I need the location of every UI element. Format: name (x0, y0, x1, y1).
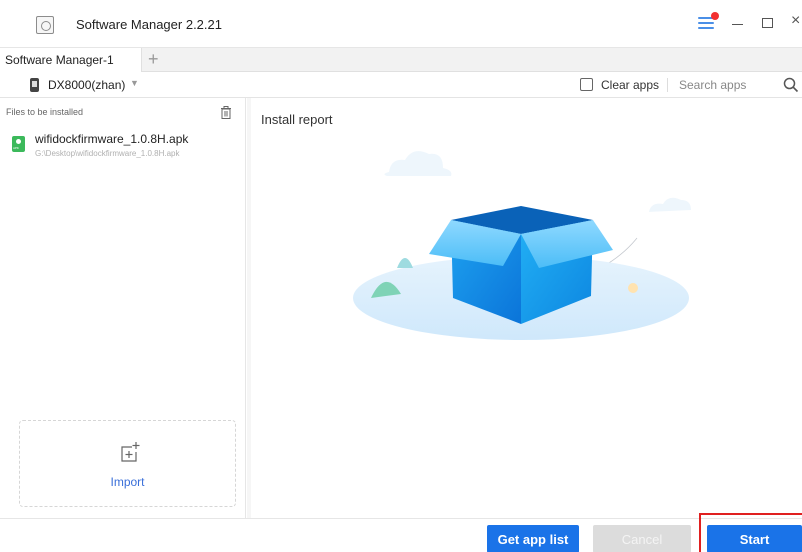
start-button[interactable]: Start (707, 525, 802, 552)
title-bar: Software Manager 2.2.21 × (0, 0, 802, 48)
search-input[interactable] (673, 75, 773, 95)
cancel-button[interactable]: Cancel (593, 525, 691, 552)
notification-dot (711, 12, 719, 20)
tab-bar: Software Manager-1 + (0, 48, 802, 72)
close-icon[interactable]: × (791, 13, 800, 29)
tab-software-manager-1[interactable]: Software Manager-1 (0, 48, 142, 72)
trash-icon[interactable] (220, 106, 232, 119)
search-icon[interactable] (783, 77, 799, 93)
chevron-down-icon[interactable]: ▼ (130, 78, 139, 88)
minimize-icon[interactable] (732, 24, 743, 25)
install-report-panel: Install report (251, 98, 802, 518)
import-icon (121, 442, 140, 462)
device-selector[interactable]: DX8000(zhan) (48, 78, 125, 92)
file-name: wifidockfirmware_1.0.8H.apk (35, 132, 189, 146)
app-logo-icon (36, 16, 54, 34)
import-button[interactable]: Import (19, 420, 236, 507)
apk-file-icon (12, 136, 25, 152)
files-panel: Files to be installed wifidockfirmware_1… (0, 98, 246, 518)
toolbar: DX8000(zhan) ▼ Clear apps (0, 72, 802, 98)
maximize-icon[interactable] (762, 18, 773, 28)
report-title: Install report (261, 112, 333, 127)
import-label: Import (110, 475, 145, 489)
window-title: Software Manager 2.2.21 (76, 17, 222, 32)
toolbar-separator (667, 78, 668, 92)
clear-apps-label[interactable]: Clear apps (601, 78, 659, 92)
file-list-item[interactable]: wifidockfirmware_1.0.8H.apk G:\Desktop\w… (0, 130, 245, 164)
file-path: G:\Desktop\wifidockfirmware_1.0.8H.apk (35, 149, 180, 158)
get-app-list-button[interactable]: Get app list (487, 525, 579, 552)
phone-icon (30, 78, 39, 92)
clear-apps-checkbox[interactable] (580, 78, 593, 91)
empty-box-illustration (353, 151, 691, 340)
footer: Get app list Cancel Start (0, 513, 802, 552)
files-header: Files to be installed (6, 107, 84, 117)
plus-icon[interactable]: + (148, 50, 159, 68)
